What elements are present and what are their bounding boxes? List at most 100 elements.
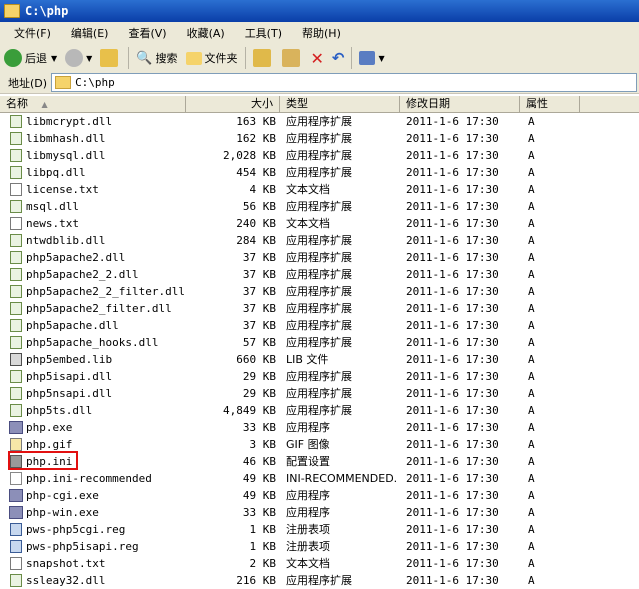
file-row[interactable]: snapshot.txt 2 KB 文本文档 2011-1-6 17:30 A [0,555,639,572]
file-modified: 2011-1-6 17:30 [406,319,499,332]
file-name: pws-php5cgi.reg [26,523,126,536]
file-row[interactable]: php5ts.dll 4,849 KB 应用程序扩展 2011-1-6 17:30 A [0,402,639,419]
file-type: 文本文档 [286,217,330,230]
column-attributes-label: 属性 [526,97,548,110]
forward-button[interactable]: ▼ [61,46,96,70]
file-type: 应用程序扩展 [286,200,352,213]
file-row[interactable]: php5apache_hooks.dll 57 KB 应用程序扩展 2011-1-6 … [0,334,639,351]
up-folder-button[interactable] [96,46,125,70]
address-field[interactable]: C:\php [51,73,637,92]
column-size[interactable]: 大小 [186,96,280,112]
file-row[interactable]: php5apache2_filter.dll 37 KB 应用程序扩展 2011-1-… [0,300,639,317]
file-modified: 2011-1-6 17:30 [406,115,499,128]
file-row[interactable]: php-cgi.exe 49 KB 应用程序 2011-1-6 17:30 A [0,487,639,504]
menu-view[interactable]: 查看(V) [122,25,172,41]
file-type: 注册表项 [286,540,330,553]
file-row[interactable]: libpq.dll 454 KB 应用程序扩展 2011-1-6 17:30 A [0,164,639,181]
file-row[interactable]: php-win.exe 33 KB 应用程序 2011-1-6 17:30 A [0,504,639,521]
menu-favorites[interactable]: 收藏(A) [181,25,231,41]
menu-tools[interactable]: 工具(T) [239,25,288,41]
file-type: 配置设置 [286,455,330,468]
menu-help[interactable]: 帮助(H) [296,25,347,41]
file-type: 注册表项 [286,523,330,536]
search-button[interactable]: 🔍 搜索 [132,46,181,70]
file-name: libmcrypt.dll [26,115,113,128]
def-file-icon [10,472,22,485]
file-type: 应用程序扩展 [286,115,352,128]
file-row[interactable]: license.txt 4 KB 文本文档 2011-1-6 17:30 A [0,181,639,198]
file-modified: 2011-1-6 17:30 [406,455,499,468]
file-row[interactable]: php.ini 46 KB 配置设置 2011-1-6 17:30 A [0,453,639,470]
file-row[interactable]: php.ini-recommended 49 KB INI-RECOMMENDED.… [0,470,639,487]
file-size: 57 KB [242,336,276,349]
undo-icon: ↶ [331,49,345,67]
column-type[interactable]: 类型 [280,96,400,112]
file-row[interactable]: php5embed.lib 660 KB LIB 文件 2011-1-6 17:30 A [0,351,639,368]
file-modified: 2011-1-6 17:30 [406,132,499,145]
file-attributes: A [528,217,535,230]
file-name: pws-php5isapi.reg [26,540,139,553]
folders-label: 文件夹 [204,52,238,65]
column-name[interactable]: 名称 ▲ [0,96,186,112]
file-row[interactable]: php5apache.dll 37 KB 应用程序扩展 2011-1-6 17:30 A [0,317,639,334]
undo-button[interactable]: ↶ [328,46,349,70]
file-name: news.txt [26,217,79,230]
file-row[interactable]: libmhash.dll 162 KB 应用程序扩展 2011-1-6 17:30 A [0,130,639,147]
dll-file-icon [10,336,22,349]
file-modified: 2011-1-6 17:30 [406,404,499,417]
file-size: 46 KB [242,455,276,468]
file-attributes: A [528,404,535,417]
file-row[interactable]: php5isapi.dll 29 KB 应用程序扩展 2011-1-6 17:30 A [0,368,639,385]
file-size: 162 KB [236,132,276,145]
reg-file-icon [10,523,22,536]
column-modified[interactable]: 修改日期 [400,96,520,112]
file-row[interactable]: libmcrypt.dll 163 KB 应用程序扩展 2011-1-6 17:30 A [0,113,639,130]
column-attributes[interactable]: 属性 [520,96,580,112]
file-row[interactable]: libmysql.dll 2,028 KB 应用程序扩展 2011-1-6 17:30… [0,147,639,164]
file-row[interactable]: pws-php5cgi.reg 1 KB 注册表项 2011-1-6 17:30 A [0,521,639,538]
copy-to-button[interactable] [278,46,307,70]
file-row[interactable]: php5nsapi.dll 29 KB 应用程序扩展 2011-1-6 17:30 A [0,385,639,402]
file-type: 应用程序扩展 [286,319,352,332]
file-row[interactable]: msql.dll 56 KB 应用程序扩展 2011-1-6 17:30 A [0,198,639,215]
file-name: php5apache_hooks.dll [26,336,159,349]
file-attributes: A [528,489,535,502]
delete-button[interactable]: ✕ [307,46,328,70]
back-button[interactable]: 后退 ▼ [0,46,61,70]
move-to-button[interactable] [249,46,278,70]
file-row[interactable]: php.exe 33 KB 应用程序 2011-1-6 17:30 A [0,419,639,436]
exe-file-icon [9,421,23,434]
file-modified: 2011-1-6 17:30 [406,251,499,264]
back-label: 后退 [25,52,47,65]
file-name: php5isapi.dll [26,370,113,383]
file-row[interactable]: ntwdblib.dll 284 KB 应用程序扩展 2011-1-6 17:30 A [0,232,639,249]
reg-file-icon [10,540,22,553]
views-button[interactable]: ▼ [355,46,388,70]
views-icon [359,51,376,65]
file-row[interactable]: pws-php5isapi.reg 1 KB 注册表项 2011-1-6 17:30 A [0,538,639,555]
file-attributes: A [528,319,535,332]
file-row[interactable]: news.txt 240 KB 文本文档 2011-1-6 17:30 A [0,215,639,232]
file-size: 2 KB [249,557,277,570]
dll-file-icon [10,251,22,264]
dropdown-arrow-icon: ▼ [51,53,58,63]
file-row[interactable]: php5apache2_2_filter.dll 37 KB 应用程序扩展 2011-… [0,283,639,300]
file-type: 应用程序扩展 [286,404,352,417]
window-title: C:\php [25,4,69,18]
menu-edit[interactable]: 编辑(E) [65,25,115,41]
folders-button[interactable]: 文件夹 [182,46,242,70]
file-size: 240 KB [236,217,276,230]
file-row[interactable]: php5apache2_2.dll 37 KB 应用程序扩展 2011-1-6 17:… [0,266,639,283]
file-type: 应用程序扩展 [286,166,352,179]
exe-file-icon [9,489,23,502]
file-row[interactable]: ssleay32.dll 216 KB 应用程序扩展 2011-1-6 17:30 A [0,572,639,589]
file-name: libpq.dll [26,166,86,179]
file-name: libmysql.dll [26,149,106,162]
file-attributes: A [528,438,535,451]
toolbar-separator [128,47,130,69]
file-row[interactable]: php.gif 3 KB GIF 图像 2011-1-6 17:30 A [0,436,639,453]
file-modified: 2011-1-6 17:30 [406,149,499,162]
menu-file[interactable]: 文件(F) [8,25,57,41]
file-modified: 2011-1-6 17:30 [406,574,499,587]
file-row[interactable]: php5apache2.dll 37 KB 应用程序扩展 2011-1-6 17:30… [0,249,639,266]
